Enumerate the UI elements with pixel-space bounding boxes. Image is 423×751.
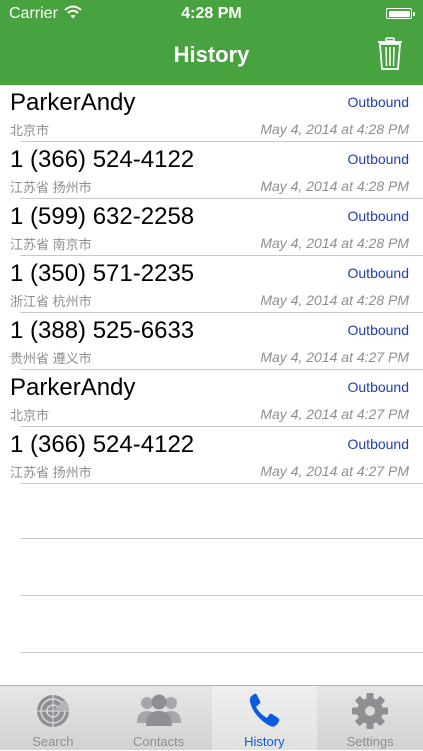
history-list: ParkerAndy 北京市 Outbound May 4, 2014 at 4:28… <box>0 85 423 484</box>
tab-settings[interactable]: Settings <box>317 686 423 751</box>
call-datetime: May 4, 2014 at 4:27 PM <box>260 463 409 479</box>
contact-name: ParkerAndy <box>10 89 136 116</box>
history-row[interactable]: 1 (388) 525-6633 贵州省 遵义市 Outbound May 4, 20… <box>0 313 423 370</box>
gear-icon <box>352 693 389 729</box>
trash-icon[interactable] <box>377 37 403 71</box>
page-title: History <box>173 42 250 67</box>
call-direction: Outbound <box>347 436 410 452</box>
call-direction: Outbound <box>347 94 410 110</box>
separator-line <box>20 538 423 539</box>
contact-location: 北京市 <box>10 408 50 423</box>
tab-bar: Search Contacts History Settings <box>0 685 423 751</box>
clock: 4:28 PM <box>181 5 242 22</box>
history-row[interactable]: ParkerAndy 北京市 Outbound May 4, 2014 at 4:27… <box>0 370 423 427</box>
history-row[interactable]: 1 (366) 524-4122 江苏省 扬州市 Outbound May 4, 20… <box>0 142 423 199</box>
separator-line <box>20 595 423 596</box>
call-datetime: May 4, 2014 at 4:28 PM <box>260 121 409 137</box>
tab-label: History <box>244 734 285 749</box>
call-datetime: May 4, 2014 at 4:28 PM <box>260 292 409 308</box>
call-direction: Outbound <box>347 151 410 167</box>
call-direction: Outbound <box>347 322 410 338</box>
contact-location: 浙江省 杭州市 <box>10 294 92 309</box>
phone-icon <box>250 693 280 727</box>
navigation-header: Carrier 4:28 PM History <box>0 0 423 85</box>
contact-name: 1 (350) 571-2235 <box>10 260 195 287</box>
call-direction: Outbound <box>347 208 410 224</box>
history-row[interactable]: ParkerAndy 北京市 Outbound May 4, 2014 at 4:28… <box>0 85 423 142</box>
contact-name: 1 (599) 632-2258 <box>10 203 195 230</box>
tab-history[interactable]: History <box>211 686 318 751</box>
contact-name: 1 (366) 524-4122 <box>10 431 195 458</box>
history-row[interactable]: 1 (599) 632-2258 江苏省 南京市 Outbound May 4, 20… <box>0 199 423 256</box>
call-datetime: May 4, 2014 at 4:27 PM <box>260 349 409 365</box>
contact-location: 江苏省 扬州市 <box>10 465 92 480</box>
contact-location: 北京市 <box>10 123 50 138</box>
call-direction: Outbound <box>347 379 410 395</box>
contact-name: 1 (388) 525-6633 <box>10 317 195 344</box>
status-bar: Carrier 4:28 PM <box>0 0 423 28</box>
separator-line <box>20 652 423 653</box>
call-datetime: May 4, 2014 at 4:28 PM <box>260 235 409 251</box>
tab-contacts[interactable]: Contacts <box>106 686 212 751</box>
call-datetime: May 4, 2014 at 4:27 PM <box>260 406 409 422</box>
contact-location: 江苏省 扬州市 <box>10 180 92 195</box>
contact-name: 1 (366) 524-4122 <box>10 146 195 173</box>
contact-name: ParkerAndy <box>10 374 136 401</box>
tab-label: Contacts <box>132 734 185 749</box>
contact-location: 贵州省 遵义市 <box>10 351 92 366</box>
tab-search[interactable]: Search <box>0 686 106 751</box>
call-datetime: May 4, 2014 at 4:28 PM <box>260 178 409 194</box>
tab-label: Search <box>32 734 74 749</box>
call-direction: Outbound <box>347 265 410 281</box>
history-row[interactable]: 1 (350) 571-2235 浙江省 杭州市 Outbound May 4, 20… <box>0 256 423 313</box>
battery-icon <box>386 8 415 19</box>
radar-icon <box>36 695 69 727</box>
contacts-icon <box>136 694 181 726</box>
history-row[interactable]: 1 (366) 524-4122 江苏省 扬州市 Outbound May 4, 20… <box>0 427 423 484</box>
tab-label: Settings <box>346 734 394 749</box>
contact-location: 江苏省 南京市 <box>10 237 92 252</box>
